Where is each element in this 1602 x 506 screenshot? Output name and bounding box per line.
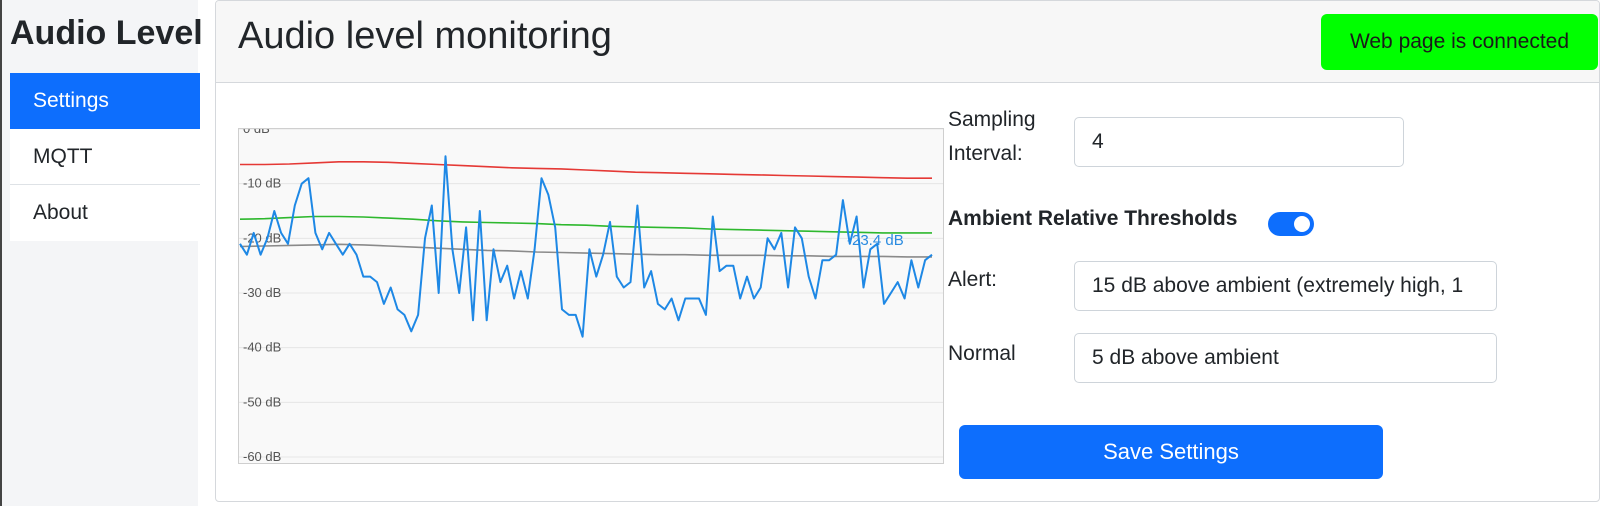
sidebar-item-about[interactable]: About (10, 185, 200, 241)
audio-level-chart: 0 dB -10 dB -20 dB -30 dB -40 dB -50 dB -60 dB… (238, 128, 944, 464)
series-line-2 (239, 243, 932, 258)
y-tick-label: -10 dB (243, 176, 281, 191)
y-tick-label: 0 dB (243, 129, 270, 136)
y-tick-label: -50 dB (243, 394, 281, 409)
card-header: Audio level monitoring Web page is conne… (216, 1, 1599, 83)
sidebar: Audio Level Settings MQTT About (2, 0, 203, 506)
ambient-thresholds-label: Ambient Relative Thresholds (948, 207, 1238, 230)
series-line-0 (240, 160, 932, 180)
y-tick-label: -40 dB (243, 340, 281, 355)
sampling-interval-input[interactable]: 4 (1074, 117, 1404, 167)
save-settings-button[interactable]: Save Settings (959, 425, 1383, 479)
page-title: Audio level monitoring (238, 15, 612, 57)
sidebar-nav: Settings MQTT About (10, 73, 200, 241)
alert-threshold-select[interactable]: 15 dB above ambient (extremely high, 1 (1074, 261, 1497, 311)
toggle-knob (1294, 216, 1310, 232)
sampling-interval-label: Sampling Interval: (948, 108, 1036, 165)
normal-threshold-select[interactable]: 5 dB above ambient (1074, 333, 1497, 383)
series-line-1 (239, 215, 932, 234)
y-tick-label: -30 dB (243, 285, 281, 300)
app-brand: Audio Level (10, 14, 203, 52)
main-card: Audio level monitoring Web page is conne… (215, 0, 1600, 502)
chart-svg: 0 dB -10 dB -20 dB -30 dB -40 dB -50 dB -60 dB… (239, 129, 943, 463)
sidebar-item-settings[interactable]: Settings (10, 73, 200, 129)
ambient-thresholds-toggle[interactable] (1268, 212, 1314, 236)
sidebar-item-mqtt[interactable]: MQTT (10, 129, 200, 185)
y-tick-label: -60 dB (243, 449, 281, 463)
current-level-label: -23.4 dB (847, 232, 904, 249)
normal-label: Normal (948, 342, 1016, 365)
y-tick-label: -20 dB (243, 230, 281, 245)
alert-label: Alert: (948, 268, 998, 291)
connection-status-badge: Web page is connected (1321, 14, 1598, 70)
